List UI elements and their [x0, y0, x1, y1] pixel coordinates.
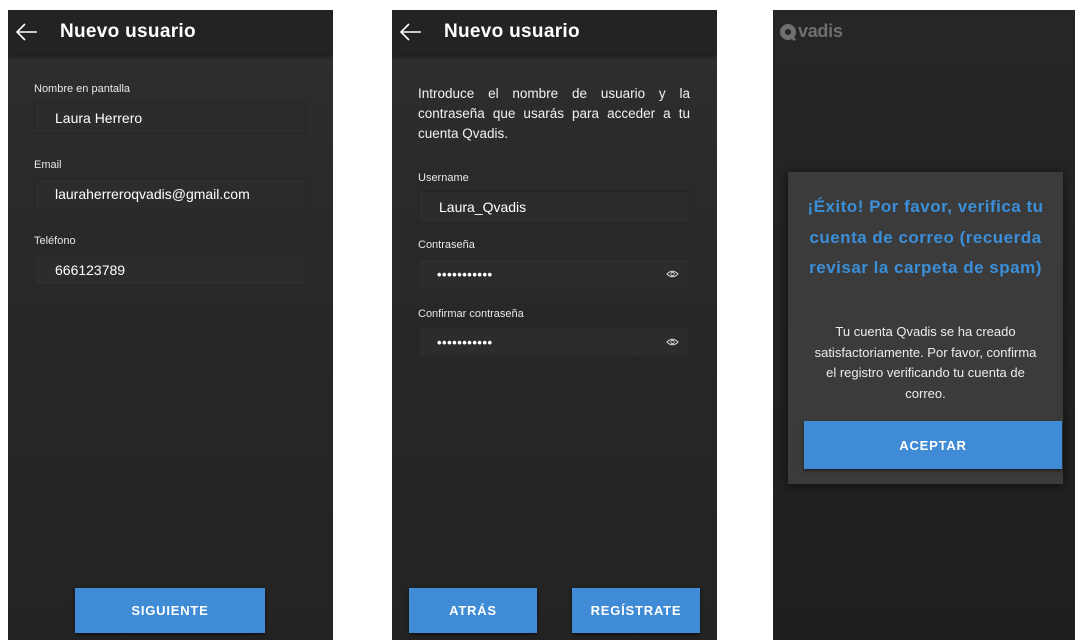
confirm-password-field[interactable]: •••••••••••: [418, 326, 690, 358]
phone-field[interactable]: 666123789: [34, 254, 306, 286]
confirm-password-value: •••••••••••: [437, 334, 493, 350]
accept-button[interactable]: ACEPTAR: [804, 421, 1062, 469]
display-name-field[interactable]: Laura Herrero: [34, 102, 306, 134]
password-value: •••••••••••: [437, 266, 493, 282]
eye-icon[interactable]: [666, 338, 679, 346]
password-field[interactable]: •••••••••••: [418, 258, 690, 290]
dialog-title: ¡Éxito! Por favor, verifica tu cuenta de…: [807, 197, 1044, 277]
logo-text: vadis: [798, 21, 843, 41]
confirm-password-label: Confirmar contraseña: [418, 308, 524, 320]
phone-value: 666123789: [55, 262, 126, 278]
username-label: Username: [418, 172, 469, 184]
intro-text: Introduce el nombre de usuario y la cont…: [418, 86, 690, 141]
qvadis-logo-icon: [780, 23, 797, 41]
eye-icon[interactable]: [666, 270, 679, 278]
password-label: Contraseña: [418, 239, 475, 251]
qvadis-logo: vadis: [779, 21, 843, 42]
screen-nuevo-usuario-step2: Nuevo usuario Introduce el nombre de usu…: [392, 10, 717, 640]
app-bar: Nuevo usuario: [8, 10, 333, 54]
phone-label: Teléfono: [34, 235, 76, 247]
page-title: Nuevo usuario: [444, 21, 580, 42]
email-label: Email: [34, 159, 62, 171]
register-button[interactable]: REGÍSTRATE: [572, 588, 700, 633]
app-bar: Nuevo usuario: [392, 10, 717, 54]
email-field[interactable]: lauraherreroqvadis@gmail.com: [34, 178, 306, 210]
back-button[interactable]: ATRÁS: [409, 588, 537, 633]
back-arrow-icon[interactable]: [16, 23, 38, 41]
screen-registration-success: vadis ¡Éxito! Por favor, verifica tu cue…: [773, 10, 1075, 640]
page-title: Nuevo usuario: [60, 21, 196, 42]
username-field[interactable]: Laura_Qvadis: [418, 191, 690, 223]
back-arrow-icon[interactable]: [400, 23, 422, 41]
username-value: Laura_Qvadis: [439, 199, 527, 215]
next-button[interactable]: SIGUIENTE: [75, 588, 265, 633]
display-name-label: Nombre en pantalla: [34, 83, 131, 95]
screen-nuevo-usuario-step1: Nuevo usuario Nombre en pantalla Laura H…: [8, 10, 333, 640]
dialog-message: Tu cuenta Qvadis se ha creado satisfacto…: [814, 324, 1037, 401]
email-value: lauraherreroqvadis@gmail.com: [55, 186, 250, 202]
success-dialog: ¡Éxito! Por favor, verifica tu cuenta de…: [788, 172, 1063, 484]
display-name-value: Laura Herrero: [55, 110, 143, 126]
